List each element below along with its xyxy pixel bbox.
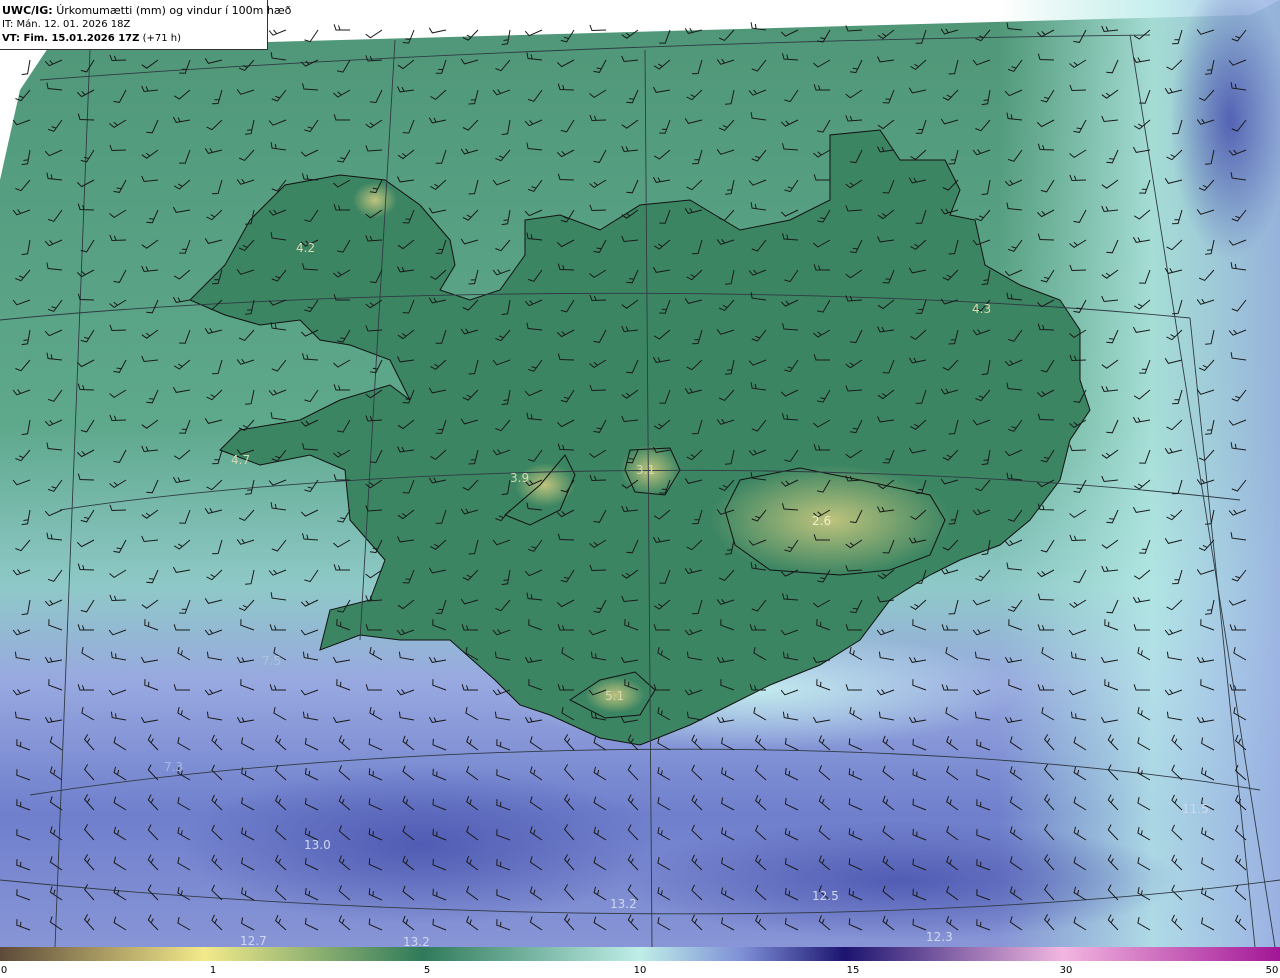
init-time: IT: Mán. 12. 01. 2026 18Z (2, 19, 131, 30)
value-label: 5.1 (605, 689, 624, 703)
lead-time: (+71 h) (142, 33, 181, 44)
field-moist-southwest (180, 765, 660, 925)
product-title: UWC/IG: Úrkomumætti (mm) og vindur í 100… (2, 3, 291, 18)
map-header: UWC/IG: Úrkomumætti (mm) og vindur í 100… (0, 0, 291, 50)
colorbar-label: 0 (0, 965, 8, 976)
value-label: 3.9 (510, 471, 529, 485)
colorbar-label: 5 (423, 965, 431, 976)
colorbar-label: 10 (633, 965, 647, 976)
field-moist-south (620, 820, 1180, 940)
map-viewer: 4.2 4.3 4.7 3.9 3.1 2.6 5.1 7.5 7.3 13.0… (0, 0, 1280, 978)
colorbar-ramp (0, 947, 1280, 961)
value-label: 4.2 (296, 241, 315, 255)
value-label: 4.7 (231, 453, 250, 467)
value-label: 13.2 (610, 897, 637, 911)
value-label: 7.5 (262, 654, 281, 668)
precipitable-water-map: 4.2 4.3 4.7 3.9 3.1 2.6 5.1 7.5 7.3 13.0… (0, 0, 1280, 947)
colorbar-label: 1 (209, 965, 217, 976)
colorbar: 0 1 5 10 15 30 50 (0, 947, 1280, 978)
valid-time: VT: Fim. 15.01.2026 17Z (+71 h) (2, 32, 267, 46)
value-label: 3.1 (636, 463, 655, 477)
value-label: 11.5 (1182, 802, 1209, 816)
glacier-langjokull (515, 463, 575, 507)
value-label: 12.5 (812, 889, 839, 903)
colorbar-label: 50 (1265, 965, 1279, 976)
value-label: 7.3 (164, 760, 183, 774)
valid-time-value: VT: Fim. 15.01.2026 17Z (2, 33, 140, 44)
value-label: 12.3 (926, 930, 953, 944)
product-description: Úrkomumætti (mm) og vindur í 100m hæð (56, 4, 292, 17)
colorbar-label: 15 (846, 965, 860, 976)
value-label: 13.2 (403, 935, 430, 947)
colorbar-label: 30 (1059, 965, 1073, 976)
value-label: 12.7 (240, 934, 267, 947)
value-label: 2.6 (812, 514, 831, 528)
product-code: UWC/IG: (2, 4, 53, 17)
value-label: 4.3 (972, 302, 991, 316)
glacier-drangajokull (353, 182, 397, 218)
value-label: 13.0 (304, 838, 331, 852)
